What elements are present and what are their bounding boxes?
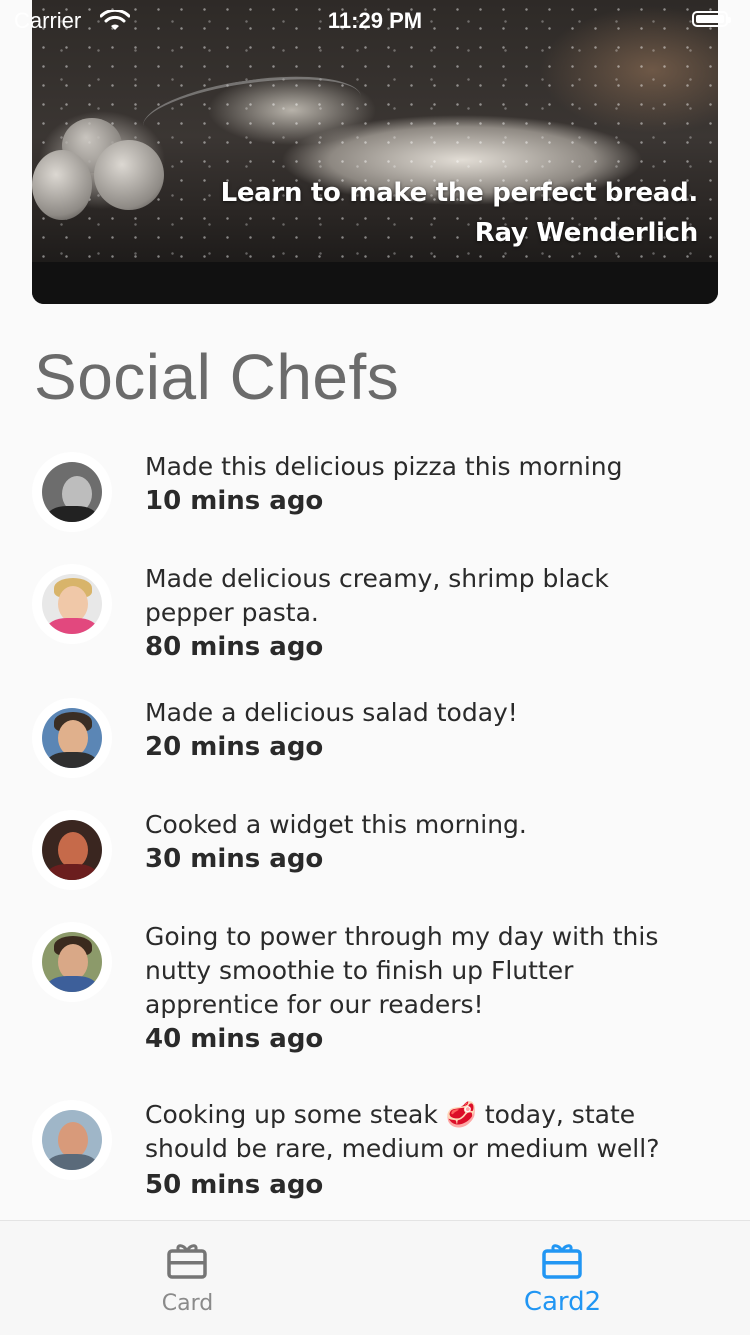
tab-card2[interactable]: Card2 xyxy=(375,1221,750,1335)
tab-card[interactable]: Card xyxy=(0,1221,375,1335)
bottom-tab-bar: Card Card2 xyxy=(0,1220,750,1335)
hero-title: Learn to make the perfect bread. xyxy=(220,178,699,208)
avatar-photo xyxy=(42,820,102,880)
tab-card2-label: Card2 xyxy=(523,1287,602,1317)
section-title: Social Chefs xyxy=(34,341,400,413)
avatar[interactable] xyxy=(32,1100,112,1180)
post-text: Going to power through my day with this … xyxy=(145,922,659,1019)
hero-author: Ray Wenderlich xyxy=(474,218,699,248)
post-time: 10 mins ago xyxy=(145,486,324,516)
battery-icon xyxy=(692,11,731,27)
post-time: 80 mins ago xyxy=(145,632,324,662)
card-giftcard-icon xyxy=(167,1244,207,1279)
avatar[interactable] xyxy=(32,922,112,1002)
table-edge xyxy=(32,262,718,304)
egg-image xyxy=(94,140,164,210)
post-text: Made delicious creamy, shrimp black pepp… xyxy=(145,564,609,627)
avatar-photo xyxy=(42,708,102,768)
post-text: Made a delicious salad today! xyxy=(145,698,518,727)
card-giftcard-icon xyxy=(542,1244,582,1279)
post-text: Cooked a widget this morning. xyxy=(145,810,527,839)
clock: 11:29 PM xyxy=(327,8,423,33)
post-time: 50 mins ago xyxy=(145,1170,324,1200)
post-time: 40 mins ago xyxy=(145,1024,324,1054)
avatar-photo xyxy=(42,462,102,522)
avatar[interactable] xyxy=(32,698,112,778)
tab-card-label: Card xyxy=(161,1291,214,1316)
hero-card: Learn to make the perfect bread. Ray Wen… xyxy=(32,0,718,304)
egg-image xyxy=(32,150,92,220)
post-text: Made this delicious pizza this morning xyxy=(145,452,623,481)
avatar-photo xyxy=(42,932,102,992)
post-text: Cooking up some steak 🥩 today, state sho… xyxy=(145,1100,660,1163)
post-time: 20 mins ago xyxy=(145,732,324,762)
avatar-photo xyxy=(42,574,102,634)
post-time: 30 mins ago xyxy=(145,844,324,874)
avatar[interactable] xyxy=(32,564,112,644)
avatar[interactable] xyxy=(32,810,112,890)
avatar-photo xyxy=(42,1110,102,1170)
status-bar: Carrier 11:29 PM xyxy=(0,0,750,40)
avatar[interactable] xyxy=(32,452,112,532)
